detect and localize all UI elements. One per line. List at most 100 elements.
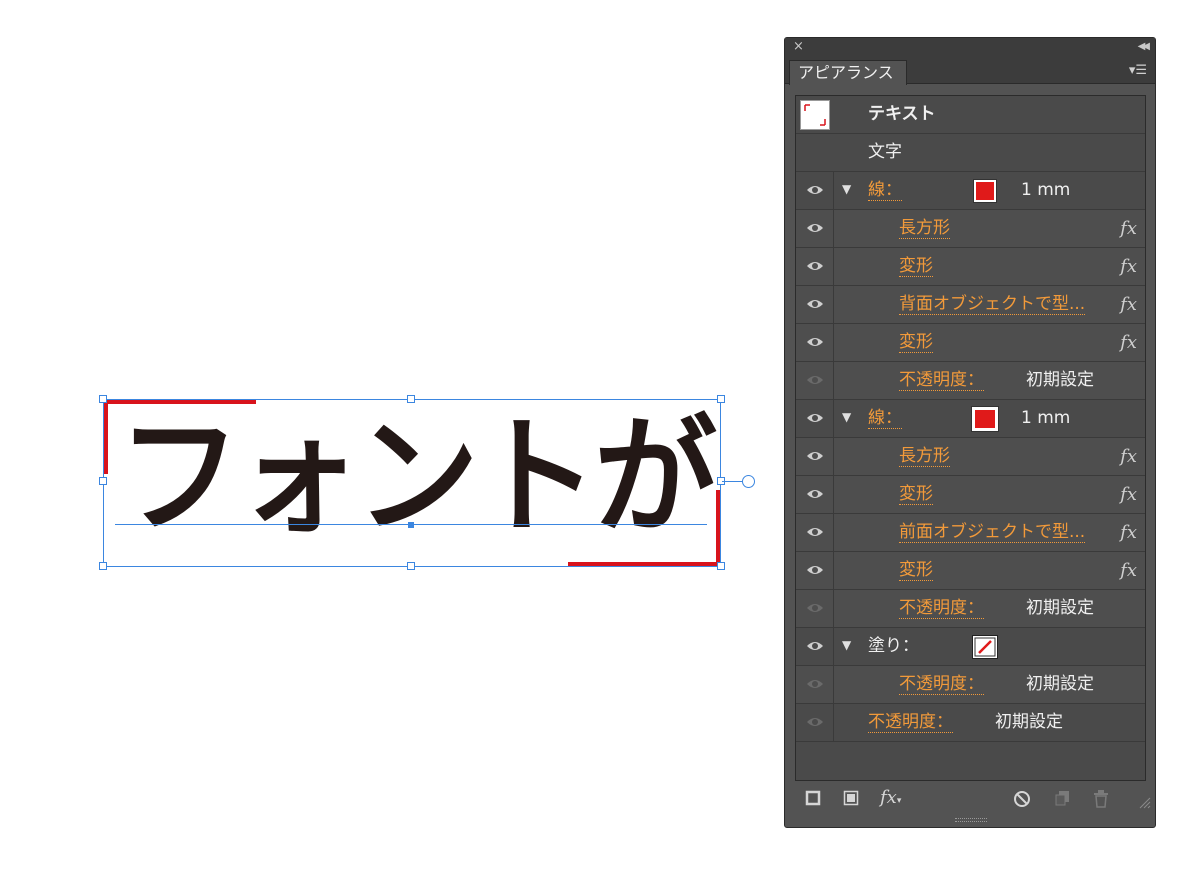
fill-row[interactable]: ▼ 塗り：: [796, 628, 1145, 666]
opacity-label[interactable]: 不透明度：: [868, 712, 953, 733]
eye-icon[interactable]: [806, 450, 824, 462]
eye-icon[interactable]: [806, 678, 824, 690]
opacity-label[interactable]: 不透明度：: [899, 370, 984, 391]
effect-row[interactable]: 変形 fx: [796, 552, 1145, 590]
visibility-toggle[interactable]: [796, 248, 834, 285]
stroke-2-weight[interactable]: 1 mm: [1021, 408, 1070, 428]
handle-top-right[interactable]: [717, 395, 725, 403]
eye-icon[interactable]: [806, 412, 824, 424]
effect-row[interactable]: 変形 fx: [796, 324, 1145, 362]
panel-resize-grip[interactable]: [955, 818, 987, 822]
visibility-toggle[interactable]: [796, 514, 834, 551]
collapse-icon[interactable]: ◀◀: [1138, 41, 1151, 52]
fx-icon[interactable]: fx: [1120, 256, 1137, 277]
stroke-1-color-swatch[interactable]: [973, 179, 997, 203]
artboard[interactable]: フォントが: [0, 0, 780, 872]
eye-icon[interactable]: [806, 526, 824, 538]
stroke-2-color-swatch[interactable]: [971, 406, 999, 432]
fill-none-swatch[interactable]: [972, 635, 998, 659]
disclosure-triangle-icon[interactable]: ▼: [842, 410, 851, 424]
opacity-row[interactable]: 不透明度： 初期設定: [796, 590, 1145, 628]
selection-bounding-box[interactable]: [103, 399, 721, 567]
fill-label[interactable]: 塗り：: [868, 636, 919, 656]
stroke-1-weight[interactable]: 1 mm: [1021, 180, 1070, 200]
eye-icon[interactable]: [806, 184, 824, 196]
eye-icon[interactable]: [806, 564, 824, 576]
close-icon[interactable]: ×: [793, 39, 804, 54]
fx-icon[interactable]: fx: [1120, 294, 1137, 315]
text-out-port[interactable]: [742, 475, 755, 488]
visibility-toggle[interactable]: [796, 172, 834, 209]
visibility-toggle[interactable]: [796, 286, 834, 323]
visibility-toggle[interactable]: [796, 362, 834, 399]
panel-titlebar[interactable]: × ◀◀: [785, 38, 1155, 58]
object-opacity-row[interactable]: 不透明度： 初期設定: [796, 704, 1145, 742]
handle-bottom-left[interactable]: [99, 562, 107, 570]
effect-label[interactable]: 長方形: [899, 446, 950, 467]
effect-row[interactable]: 変形 fx: [796, 248, 1145, 286]
add-fill-icon[interactable]: [843, 790, 859, 809]
fx-icon[interactable]: fx: [1120, 218, 1137, 239]
fx-icon[interactable]: fx: [1120, 332, 1137, 353]
opacity-row[interactable]: 不透明度： 初期設定: [796, 666, 1145, 704]
add-stroke-icon[interactable]: [805, 790, 821, 809]
duplicate-item-icon[interactable]: [1055, 790, 1071, 809]
visibility-toggle[interactable]: [796, 324, 834, 361]
eye-icon[interactable]: [806, 298, 824, 310]
eye-icon[interactable]: [806, 336, 824, 348]
visibility-toggle[interactable]: [796, 666, 834, 703]
effect-row[interactable]: 長方形 fx: [796, 438, 1145, 476]
eye-icon[interactable]: [806, 488, 824, 500]
effect-label[interactable]: 変形: [899, 484, 933, 505]
visibility-toggle[interactable]: [796, 438, 834, 475]
stroke-1-row[interactable]: ▼ 線： 1 mm: [796, 172, 1145, 210]
eye-icon[interactable]: [806, 602, 824, 614]
add-effect-icon[interactable]: fx▾: [880, 789, 901, 809]
stroke-2-row[interactable]: ▼ 線： 1 mm: [796, 400, 1145, 438]
visibility-toggle[interactable]: [796, 400, 834, 437]
visibility-toggle[interactable]: [796, 210, 834, 247]
effect-label[interactable]: 背面オブジェクトで型...: [899, 294, 1086, 315]
fx-icon[interactable]: fx: [1120, 446, 1137, 467]
opacity-row[interactable]: 不透明度： 初期設定: [796, 362, 1145, 400]
effect-label[interactable]: 前面オブジェクトで型...: [899, 522, 1086, 543]
eye-icon[interactable]: [806, 260, 824, 272]
fx-icon[interactable]: fx: [1120, 522, 1137, 543]
stroke-1-label[interactable]: 線：: [868, 180, 902, 201]
visibility-toggle[interactable]: [796, 704, 834, 741]
effect-label[interactable]: 変形: [899, 560, 933, 581]
disclosure-triangle-icon[interactable]: ▼: [842, 182, 851, 196]
stroke-2-label[interactable]: 線：: [868, 408, 902, 429]
effect-label[interactable]: 変形: [899, 256, 933, 277]
delete-item-icon[interactable]: [1093, 790, 1109, 811]
effect-row[interactable]: 背面オブジェクトで型... fx: [796, 286, 1145, 324]
effect-row[interactable]: 長方形 fx: [796, 210, 1145, 248]
disclosure-triangle-icon[interactable]: ▼: [842, 638, 851, 652]
baseline-anchor[interactable]: [408, 522, 414, 528]
object-header-row[interactable]: テキスト: [796, 96, 1145, 134]
effect-row[interactable]: 前面オブジェクトで型... fx: [796, 514, 1145, 552]
visibility-toggle[interactable]: [796, 476, 834, 513]
effect-label[interactable]: 長方形: [899, 218, 950, 239]
effect-row[interactable]: 変形 fx: [796, 476, 1145, 514]
fx-icon[interactable]: fx: [1120, 560, 1137, 581]
tab-appearance[interactable]: アピアランス: [789, 60, 907, 85]
handle-middle-left[interactable]: [99, 477, 107, 485]
eye-icon[interactable]: [806, 716, 824, 728]
handle-top-left[interactable]: [99, 395, 107, 403]
handle-top-center[interactable]: [407, 395, 415, 403]
fx-icon[interactable]: fx: [1120, 484, 1137, 505]
effect-label[interactable]: 変形: [899, 332, 933, 353]
visibility-toggle[interactable]: [796, 552, 834, 589]
handle-bottom-center[interactable]: [407, 562, 415, 570]
opacity-label[interactable]: 不透明度：: [899, 598, 984, 619]
eye-icon[interactable]: [806, 374, 824, 386]
visibility-toggle[interactable]: [796, 628, 834, 665]
visibility-toggle[interactable]: [796, 590, 834, 627]
panel-menu-icon[interactable]: ▾☰: [1129, 63, 1147, 78]
characters-row[interactable]: 文字: [796, 134, 1145, 172]
resize-corner-icon[interactable]: [1139, 794, 1151, 809]
opacity-label[interactable]: 不透明度：: [899, 674, 984, 695]
handle-bottom-right[interactable]: [717, 562, 725, 570]
clear-appearance-icon[interactable]: [1013, 790, 1031, 811]
